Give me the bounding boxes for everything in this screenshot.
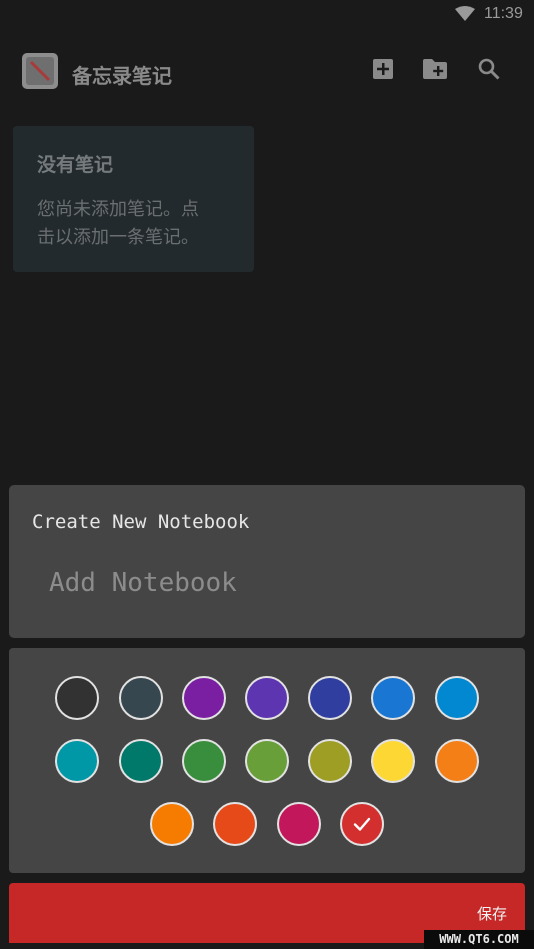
color-swatch[interactable] (434, 739, 479, 783)
app-bar: 备忘录笔记 (0, 30, 534, 114)
color-palette (9, 648, 525, 873)
color-swatch[interactable] (308, 739, 353, 783)
color-swatch[interactable] (150, 802, 195, 846)
empty-message-line: 击以添加一条笔记。 (37, 227, 199, 247)
color-swatch[interactable] (181, 676, 226, 720)
check-icon (353, 817, 370, 831)
color-swatch[interactable] (245, 739, 289, 783)
color-swatch[interactable] (371, 676, 416, 720)
wifi-icon (455, 6, 475, 27)
watermark: WWW.QT6.COM (424, 930, 534, 949)
status-time: 11:39 (484, 5, 523, 22)
color-swatch[interactable] (181, 739, 226, 783)
color-swatch[interactable] (308, 676, 353, 720)
search-button[interactable] (474, 56, 504, 86)
plus-box-icon (372, 58, 394, 85)
empty-notes-card[interactable]: 没有笔记 您尚未添加笔记。点 击以添加一条笔记。 (13, 126, 254, 272)
color-swatch[interactable] (276, 802, 321, 846)
color-swatch[interactable] (118, 739, 163, 783)
create-notebook-dialog: Create New Notebook (9, 485, 525, 638)
color-swatch[interactable] (55, 739, 100, 783)
save-label: 保存 (476, 906, 507, 923)
app-logo-icon (22, 53, 58, 89)
notebook-name-input[interactable] (49, 563, 489, 603)
color-swatch[interactable] (434, 676, 479, 720)
add-folder-button[interactable] (420, 56, 450, 86)
color-swatch[interactable] (339, 802, 384, 846)
empty-message-line: 您尚未添加笔记。点 (37, 199, 199, 219)
status-bar: 11:39 (0, 0, 534, 30)
color-swatch[interactable] (118, 676, 163, 720)
empty-message: 您尚未添加笔记。点 击以添加一条笔记。 (37, 195, 230, 251)
app-title: 备忘录笔记 (72, 66, 172, 88)
color-swatch[interactable] (55, 676, 100, 720)
color-swatch[interactable] (245, 676, 289, 720)
color-swatch[interactable] (371, 739, 416, 783)
search-icon (478, 58, 500, 85)
color-swatch[interactable] (213, 802, 258, 846)
dialog-title: Create New Notebook (32, 511, 250, 533)
add-note-button[interactable] (368, 56, 398, 86)
empty-title: 没有笔记 (37, 155, 114, 176)
folder-plus-icon (422, 58, 448, 85)
